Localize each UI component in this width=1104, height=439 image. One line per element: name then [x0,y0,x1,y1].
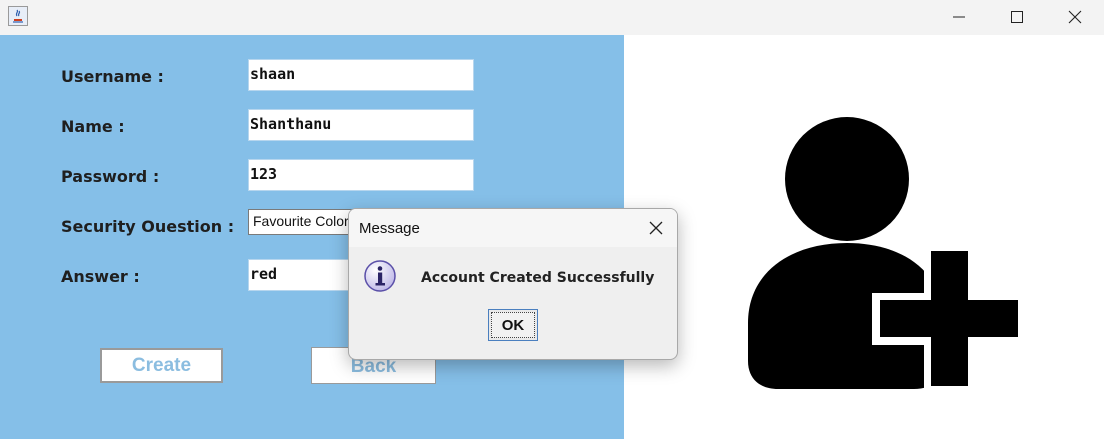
name-label: Name : [61,117,125,136]
answer-label: Answer : [61,267,140,286]
answer-field[interactable]: red [248,259,358,291]
name-field[interactable]: Shanthanu [248,109,474,141]
maximize-icon [1011,10,1023,23]
dialog-close-button[interactable] [641,214,671,242]
close-icon [1068,10,1082,23]
security-question-label: Security Ouestion : [61,217,235,236]
password-field[interactable]: 123 [248,159,474,191]
maximize-button[interactable] [988,0,1046,33]
close-icon [649,221,663,235]
dialog-message: Account Created Successfully [421,270,655,286]
window-titlebar [0,0,1104,35]
minimize-button[interactable] [930,0,988,33]
create-button[interactable]: Create [100,348,223,383]
java-app-icon [8,6,28,26]
password-label: Password : [61,167,160,186]
ok-button-label: OK [491,312,535,338]
message-dialog: Message Account Created Successfully OK [348,208,678,360]
username-label: Username : [61,67,164,86]
dialog-titlebar: Message [349,209,677,247]
ok-button[interactable]: OK [488,309,538,341]
information-icon [364,260,396,292]
dialog-title: Message [359,220,420,237]
minimize-icon [953,16,965,17]
username-field[interactable]: shaan [248,59,474,91]
add-user-icon [748,117,1020,389]
close-window-button[interactable] [1046,0,1104,33]
